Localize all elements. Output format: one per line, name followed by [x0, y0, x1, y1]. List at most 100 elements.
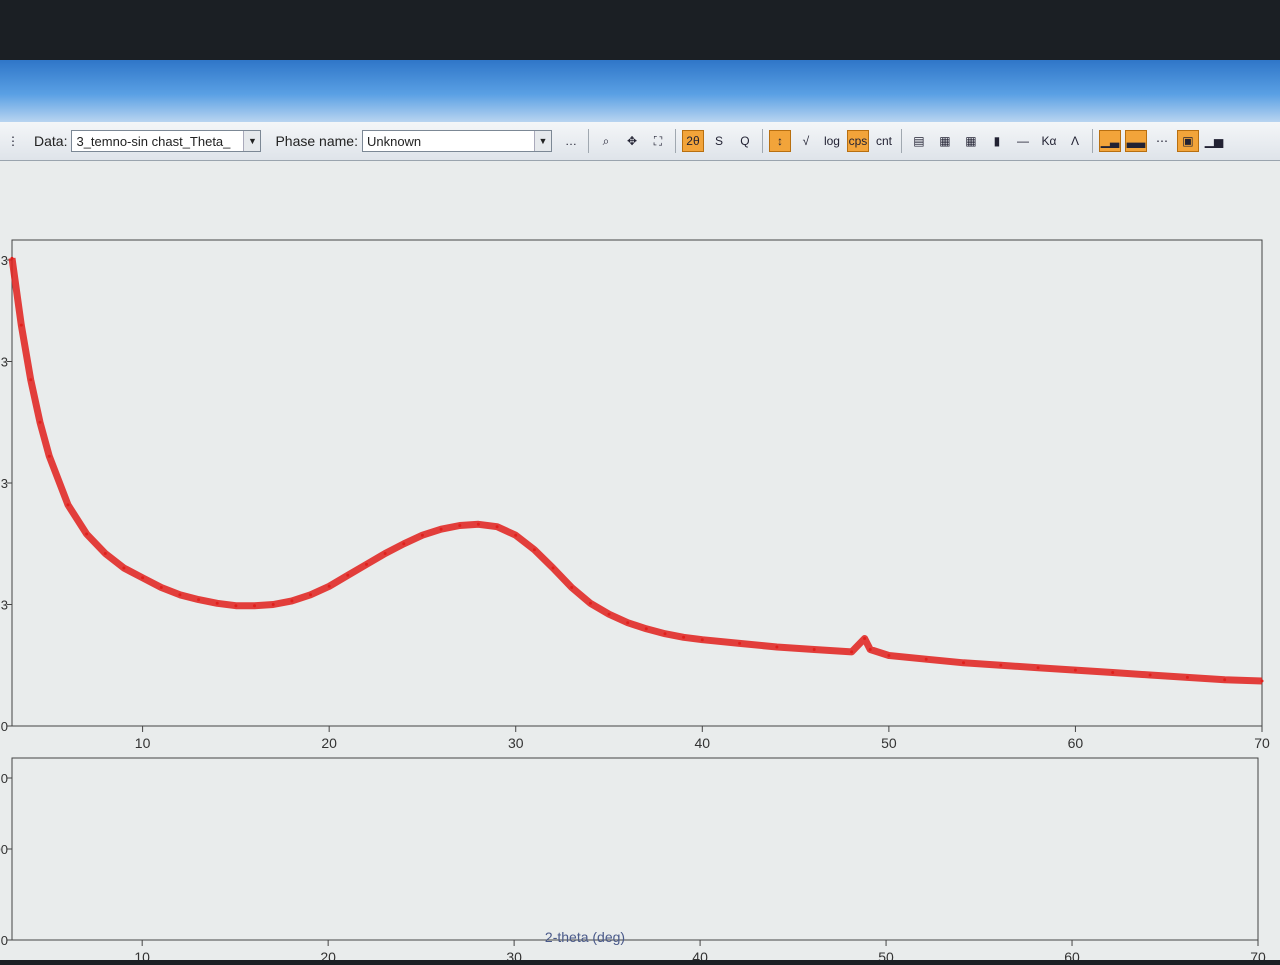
- main-pattern-data-point: [103, 552, 107, 555]
- main-pattern-y-tick-label: 3: [1, 355, 8, 370]
- main-pattern-data-point: [1185, 675, 1189, 679]
- difference-pattern-frame: [11, 757, 1259, 941]
- main-pattern-data-point: [588, 601, 592, 605]
- profile-icon[interactable]: ▁▅: [1203, 130, 1225, 152]
- difference-pattern-x-tick-label: 20: [320, 949, 336, 960]
- main-pattern-data-point: [1073, 668, 1077, 672]
- zoom-icon[interactable]: ⌕: [595, 130, 617, 152]
- fit-icon[interactable]: ⛶: [647, 130, 669, 152]
- main-pattern-y-tick-label: 3: [1, 253, 8, 268]
- toolbar-separator: [761, 129, 763, 153]
- main-pattern-data-point: [1036, 666, 1040, 670]
- main-pattern-data-point: [626, 621, 630, 625]
- main-pattern-data-point: [663, 632, 667, 636]
- main-pattern-data-point: [1148, 673, 1152, 677]
- main-pattern-data-point: [962, 661, 965, 665]
- more-button[interactable]: …: [560, 130, 582, 152]
- toolbar-buttons: … ⌕ ✥ ⛶ 2θ S Q ↕ √ log cps cnt ▤ ▦ ▦ ▮ — Kα Λ ▁▃ ▃▃ ⋯ ▣ ▁▅: [558, 129, 1227, 153]
- difference-pattern-x-tick-label: 60: [1064, 949, 1080, 960]
- main-pattern-data-point: [327, 584, 331, 588]
- baseline-icon[interactable]: —: [1012, 130, 1034, 152]
- difference-pattern-x-tick-label: 40: [692, 949, 708, 960]
- main-pattern-frame: [11, 239, 1263, 727]
- plot-area: 10203040506070033331020304050607000002-t…: [0, 160, 1280, 965]
- bars2-icon[interactable]: ▃▃: [1124, 130, 1147, 152]
- main-pattern-data-point: [439, 527, 443, 531]
- toolbar-separator: [587, 129, 589, 153]
- main-pattern-data-point: [420, 533, 424, 537]
- difference-pattern-x-tick-label: 10: [134, 949, 150, 960]
- main-pattern-data-point: [365, 562, 368, 566]
- difference-pattern-x-tick-label: 30: [506, 949, 522, 960]
- main-pattern-data-point: [402, 542, 406, 546]
- toolbar-separator: [674, 129, 676, 153]
- main-pattern-data-point: [775, 645, 779, 649]
- main-pattern-x-tick-label: 30: [508, 735, 524, 751]
- main-pattern-data-point: [234, 604, 238, 608]
- difference-pattern-x-axis-label: 2-theta (deg): [545, 929, 625, 945]
- main-pattern-data-point: [197, 598, 201, 602]
- sqrt-button[interactable]: √: [795, 130, 817, 152]
- main-pattern-data-point: [514, 533, 518, 537]
- open-icon[interactable]: ▤: [908, 130, 930, 152]
- main-pattern-x-tick-label: 70: [1254, 735, 1270, 751]
- main-pattern-data-point: [999, 663, 1003, 667]
- difference-pattern-x-tick-label: 50: [878, 949, 894, 960]
- main-pattern-data-point: [85, 532, 89, 536]
- export-icon[interactable]: ▦: [934, 130, 956, 152]
- square-icon[interactable]: ▣: [1176, 130, 1199, 152]
- main-pattern-series-0-trace: [8, 257, 1263, 685]
- main-pattern-data-point: [551, 566, 555, 570]
- main-pattern-data-point: [1260, 679, 1264, 683]
- chevron-down-icon[interactable]: ▼: [243, 131, 261, 151]
- bars-icon[interactable]: ▁▃: [1098, 130, 1121, 152]
- two-theta-button[interactable]: 2θ: [681, 130, 704, 152]
- main-pattern-data-point: [141, 576, 145, 580]
- toolbar-separator: [1091, 129, 1093, 153]
- grid-icon[interactable]: ▦: [960, 130, 982, 152]
- main-pattern-data-point: [383, 552, 387, 555]
- main-pattern-data-point: [644, 627, 648, 631]
- window-title-bar: [0, 60, 1280, 122]
- main-pattern-data-point: [1111, 671, 1115, 674]
- cps-button[interactable]: cps: [846, 130, 869, 152]
- toolbar-grip-icon: ⋮: [7, 134, 19, 148]
- main-pattern-y-tick-label: 3: [1, 598, 8, 613]
- main-pattern-data-point: [10, 256, 14, 260]
- toolbar: ⋮ Data: 3_temno-sin chast_Theta_ ▼ Phase…: [0, 122, 1280, 161]
- chevron-down-icon[interactable]: ▼: [533, 131, 551, 151]
- y-scale-button[interactable]: ↕: [768, 130, 791, 152]
- main-pattern-data-point: [850, 650, 854, 654]
- main-pattern-data-point: [887, 654, 891, 657]
- log-button[interactable]: log: [821, 130, 843, 152]
- main-pattern-data-point: [812, 648, 816, 651]
- main-pattern-data-point: [178, 593, 182, 597]
- main-pattern-y-tick-label: 0: [1, 719, 8, 734]
- main-pattern-data-point: [19, 323, 23, 327]
- main-pattern-x-tick-label: 40: [695, 735, 711, 751]
- main-pattern-data-point: [29, 378, 33, 382]
- counts-button[interactable]: cnt: [873, 130, 895, 152]
- ka-icon[interactable]: Kα: [1038, 130, 1060, 152]
- phase-select[interactable]: Unknown ▼: [361, 130, 552, 152]
- pan-icon[interactable]: ✥: [621, 130, 643, 152]
- main-pattern-data-point: [159, 586, 163, 589]
- main-pattern-x-tick-label: 10: [135, 735, 151, 751]
- main-pattern-data-point: [532, 548, 536, 552]
- q-button[interactable]: Q: [734, 130, 756, 152]
- main-pattern-data-point: [570, 586, 574, 589]
- s-button[interactable]: S: [708, 130, 730, 152]
- main-pattern-data-point: [868, 648, 872, 651]
- main-pattern-data-point: [476, 522, 480, 526]
- main-pattern-data-point: [309, 593, 312, 597]
- main-pattern-data-point: [738, 641, 742, 645]
- main-pattern-data-point: [253, 604, 256, 608]
- marker-icon[interactable]: ▮: [986, 130, 1008, 152]
- main-pattern-data-point: [700, 638, 704, 642]
- main-pattern-data-point: [346, 573, 350, 577]
- peak-icon[interactable]: Λ: [1064, 130, 1086, 152]
- data-select[interactable]: 3_temno-sin chast_Theta_ ▼: [71, 130, 262, 152]
- main-pattern-data-point: [66, 503, 70, 507]
- xrd-plots: 10203040506070033331020304050607000002-t…: [0, 239, 1270, 965]
- dots-icon[interactable]: ⋯: [1151, 130, 1173, 152]
